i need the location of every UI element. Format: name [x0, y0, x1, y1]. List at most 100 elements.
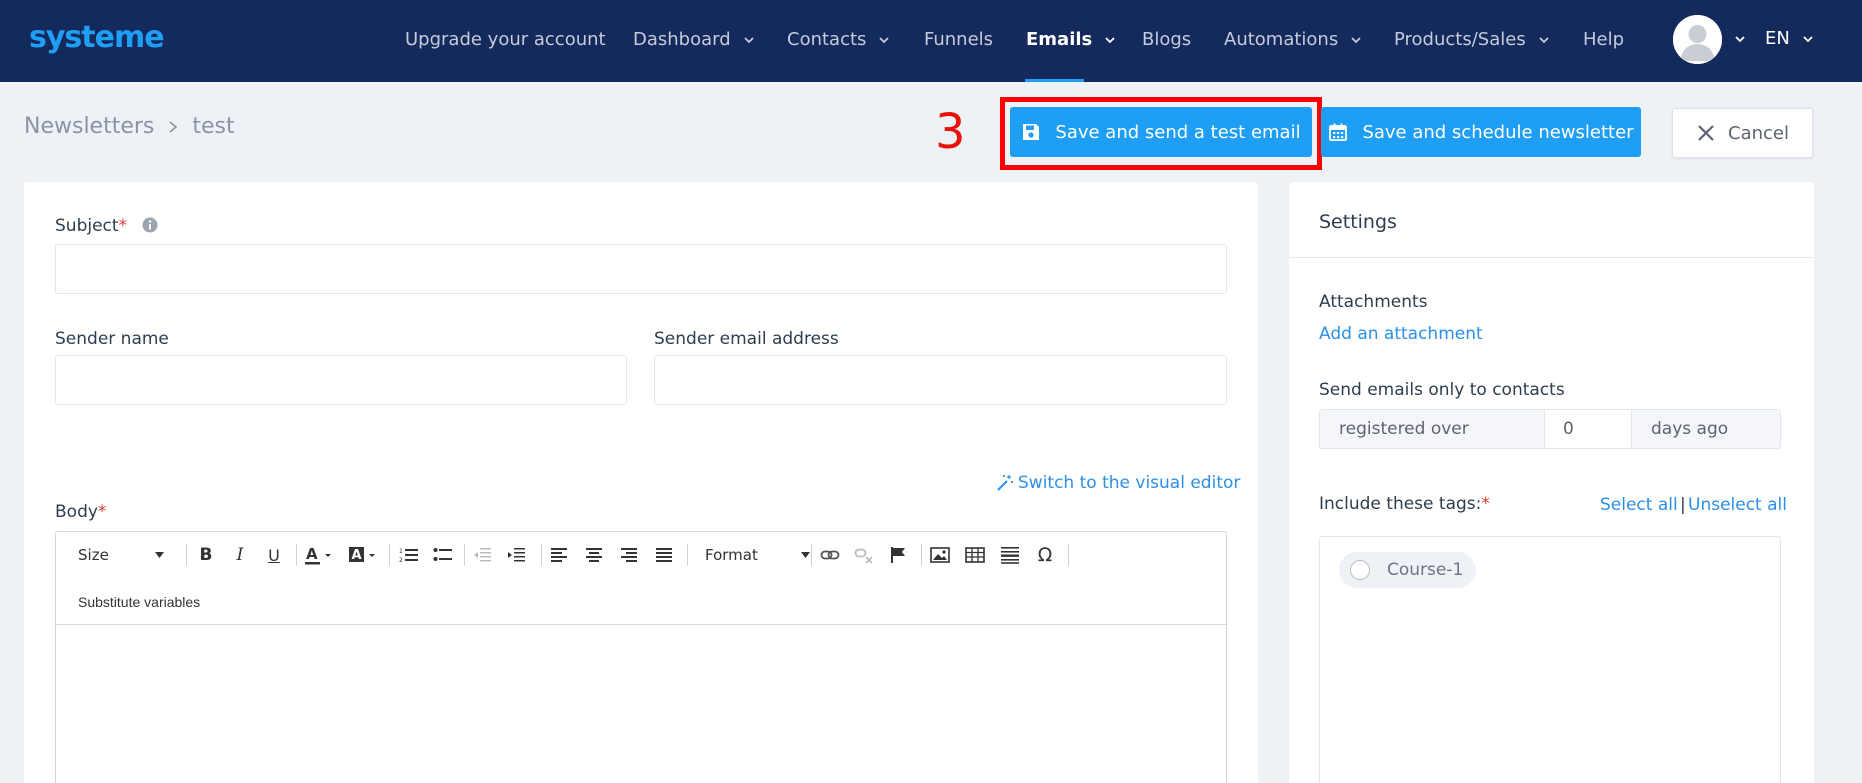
link-label: Switch to the visual editor	[1018, 473, 1241, 493]
toolbar-divider	[687, 544, 688, 566]
nav-label: Upgrade your account	[405, 29, 606, 50]
italic-icon[interactable]: I	[228, 544, 252, 566]
align-left-icon[interactable]	[547, 544, 571, 566]
align-center-icon[interactable]	[582, 544, 606, 566]
breadcrumb-current: test	[192, 114, 235, 139]
toolbar-divider	[464, 544, 465, 566]
sender-name-input[interactable]	[55, 355, 627, 405]
registered-over-addon: registered over	[1320, 410, 1545, 448]
registered-days-filter: registered over days ago	[1319, 409, 1781, 449]
chevron-down-icon	[1803, 35, 1813, 42]
add-attachment-link[interactable]: Add an attachment	[1319, 324, 1483, 344]
unselect-all-link[interactable]: Unselect all	[1688, 495, 1787, 515]
unlink-icon[interactable]	[852, 544, 876, 566]
step-number-annotation: 3	[935, 104, 966, 160]
required-mark: *	[97, 502, 107, 522]
subject-input[interactable]	[55, 244, 1227, 294]
sender-email-input[interactable]	[654, 355, 1227, 405]
svg-text:A: A	[306, 545, 318, 563]
active-nav-indicator	[1025, 79, 1084, 82]
special-character-icon[interactable]: Ω	[1033, 544, 1057, 566]
caret-down-icon	[154, 552, 164, 558]
body-label-text: Body	[55, 502, 98, 522]
nav-funnels[interactable]: Funnels	[924, 29, 993, 50]
breadcrumb-newsletters-link[interactable]: Newsletters	[24, 114, 154, 139]
format-label: Format	[705, 546, 758, 564]
indent-icon[interactable]	[504, 544, 528, 566]
required-mark: *	[118, 216, 128, 236]
include-tags-label-text: Include these tags:	[1319, 494, 1482, 514]
toolbar-divider	[296, 544, 297, 566]
days-input[interactable]	[1545, 410, 1632, 448]
days-ago-addon: days ago	[1632, 410, 1780, 448]
tag-chip[interactable]: Course-1	[1339, 552, 1476, 588]
svg-text:A: A	[352, 548, 362, 563]
user-avatar[interactable]	[1673, 15, 1722, 64]
body-editor: Size B I U A A 12 Format Ω Substitute va…	[55, 531, 1227, 783]
background-color-icon[interactable]: A	[347, 544, 381, 566]
link-separator: |	[1680, 495, 1686, 515]
settings-divider	[1289, 257, 1814, 258]
image-icon[interactable]	[928, 544, 952, 566]
tag-label: Course-1	[1387, 560, 1464, 580]
nav-contacts[interactable]: Contacts	[787, 29, 890, 50]
nav-dashboard[interactable]: Dashboard	[633, 29, 755, 50]
breadcrumb: Newsletters test	[24, 114, 235, 139]
select-all-link[interactable]: Select all	[1600, 495, 1678, 515]
text-color-icon[interactable]: A	[303, 544, 337, 566]
chevron-down-icon[interactable]	[1734, 33, 1746, 45]
settings-panel: Settings Attachments Add an attachment S…	[1289, 182, 1814, 783]
user-silhouette-icon	[1673, 15, 1722, 64]
align-right-icon[interactable]	[617, 544, 641, 566]
sender-email-label: Sender email address	[654, 329, 839, 349]
nav-label: Products/Sales	[1394, 29, 1526, 50]
close-icon	[1698, 125, 1714, 141]
subject-label-text: Subject	[55, 216, 119, 236]
attachments-label: Attachments	[1319, 292, 1428, 312]
align-justify-icon[interactable]	[652, 544, 676, 566]
chevron-down-icon	[1105, 36, 1115, 43]
toolbar-divider	[186, 544, 187, 566]
substitute-variables-dropdown[interactable]: Substitute variables	[78, 594, 200, 610]
nav-blogs[interactable]: Blogs	[1142, 29, 1191, 50]
subject-label: Subject*	[55, 216, 158, 236]
nav-label: Funnels	[924, 29, 994, 50]
underline-icon[interactable]: U	[262, 544, 286, 566]
nav-upgrade-account[interactable]: Upgrade your account	[405, 29, 606, 50]
nav-label: Blogs	[1142, 29, 1192, 50]
language-label: EN	[1765, 28, 1790, 49]
nav-label: Emails	[1026, 29, 1093, 50]
switch-visual-editor-link[interactable]: Switch to the visual editor	[996, 473, 1240, 493]
nav-label: Automations	[1224, 29, 1339, 50]
link-icon[interactable]	[818, 544, 842, 566]
chevron-down-icon	[879, 36, 890, 43]
nav-automations[interactable]: Automations	[1224, 29, 1362, 50]
settings-title: Settings	[1319, 211, 1397, 233]
toolbar-divider	[541, 544, 542, 566]
toolbar-divider	[811, 544, 812, 566]
tag-radio[interactable]	[1350, 560, 1370, 580]
horizontal-rule-icon[interactable]	[998, 544, 1022, 566]
format-dropdown[interactable]: Format	[705, 544, 815, 566]
cancel-button[interactable]: Cancel	[1672, 108, 1813, 158]
anchor-flag-icon[interactable]	[886, 544, 910, 566]
save-schedule-newsletter-button[interactable]: Save and schedule newsletter	[1321, 107, 1641, 157]
systeme-logo[interactable]: systeme	[29, 20, 165, 55]
numbered-list-icon[interactable]: 12	[397, 544, 421, 566]
toolbar-divider	[389, 544, 390, 566]
nav-emails[interactable]: Emails	[1026, 29, 1116, 50]
nav-products-sales[interactable]: Products/Sales	[1394, 29, 1550, 50]
language-selector[interactable]: EN	[1765, 28, 1814, 49]
table-icon[interactable]	[963, 544, 987, 566]
newsletter-form-panel: Subject* Sender name Sender email addres…	[24, 182, 1258, 783]
font-size-dropdown[interactable]: Size	[78, 544, 178, 566]
bulleted-list-icon[interactable]	[431, 544, 455, 566]
info-icon[interactable]	[142, 217, 158, 233]
nav-help[interactable]: Help	[1583, 29, 1624, 50]
tags-list: Course-1	[1319, 536, 1781, 783]
caret-down-icon	[800, 552, 810, 558]
top-navigation-bar: systeme Upgrade your account Dashboard C…	[0, 0, 1862, 82]
body-label: Body*	[55, 502, 106, 522]
outdent-icon[interactable]	[470, 544, 494, 566]
bold-icon[interactable]: B	[194, 544, 218, 566]
